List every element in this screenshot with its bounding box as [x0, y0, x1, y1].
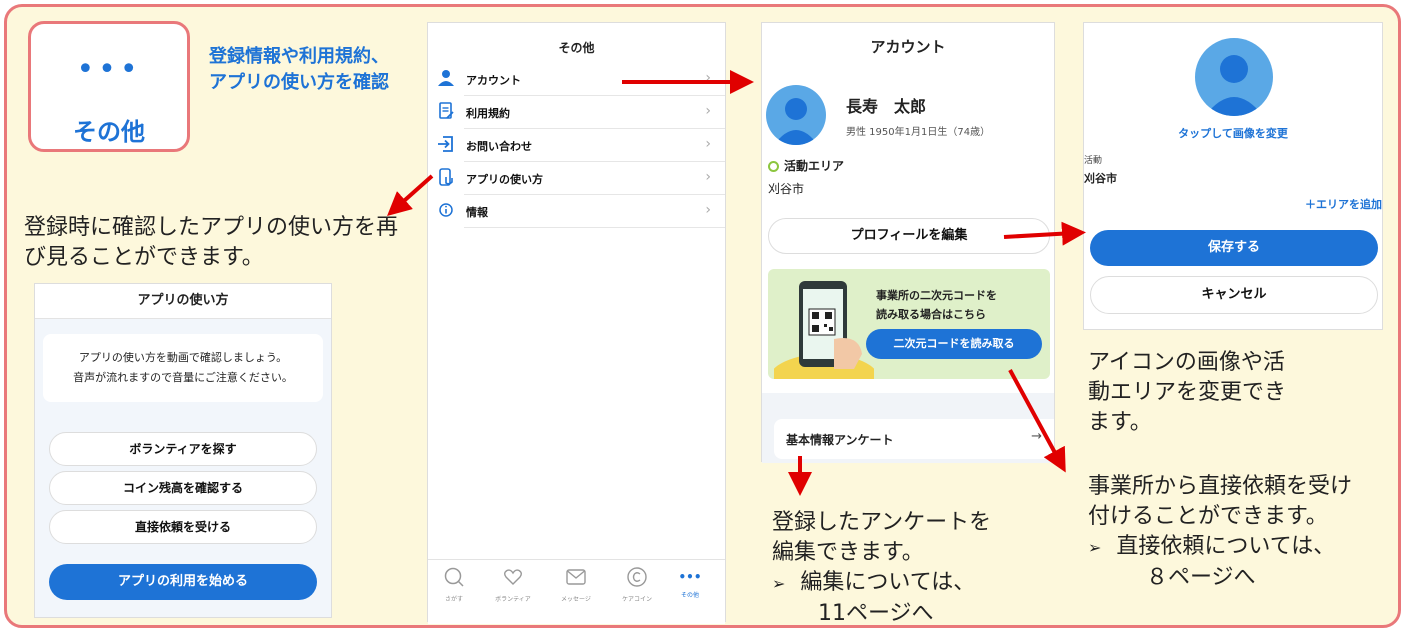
tab-other[interactable]: ••• その他 [661, 566, 719, 599]
heart-hand-icon [504, 569, 522, 585]
tab-volunteer[interactable]: ボランティア [484, 566, 542, 603]
scan-qr-button[interactable]: 二次元コードを読み取る [866, 329, 1042, 359]
note-direct-line2: 付けることができます。 [1088, 504, 1328, 529]
note-direct-bullet1: 直接依頼については、 [1116, 534, 1336, 559]
search-icon [444, 567, 464, 587]
note-survey: 登録したアンケートを 編集できます。 ➢ 編集については、 11ページへ [772, 508, 1052, 629]
howto-screen: アプリの使い方 アプリの使い方を動画で確認しましょう。 音声が流れますので音量に… [34, 283, 332, 618]
tab-label: ケアコイン [621, 596, 652, 603]
tab-search[interactable]: さがす [425, 566, 483, 603]
edit-avatar [1195, 38, 1273, 116]
avatar [766, 85, 826, 145]
note-survey-bullet2: 11ページへ [818, 601, 934, 626]
tab-label: その他 [680, 592, 699, 599]
menu-item-label: お問い合わせ [466, 140, 532, 153]
other-icon-box: ••• その他 [28, 21, 190, 152]
note-direct: 事業所から直接依頼を受け 付けることができます。 ➢ 直接依頼については、 ８ペ… [1088, 472, 1388, 593]
cancel-button[interactable]: キャンセル [1090, 276, 1378, 314]
menu-item-label: 利用規約 [466, 107, 510, 120]
howto-message-box: アプリの使い方を動画で確認しましょう。 音声が流れますので音量にご注意ください。 [43, 334, 323, 402]
other-caption: 登録情報や利用規約、アプリの使い方を確認 [209, 46, 389, 93]
account-name: 長寿 太郎 [846, 97, 927, 116]
area-label: 活動エリア [784, 159, 845, 173]
start-app-button[interactable]: アプリの利用を始める [49, 564, 317, 600]
direct-request-button[interactable]: 直接依頼を受ける [49, 510, 317, 544]
edit-area-value: 刈谷市 [1084, 172, 1117, 185]
note-survey-line2: 編集できます。 [772, 540, 924, 565]
edit-screen: タップして画像を変更 活動 刈谷市 ＋エリアを追加 保存する キャンセル [1083, 22, 1383, 330]
info-icon [439, 203, 453, 217]
menu-item-label: 情報 [466, 206, 488, 219]
tab-label: ボランティア [495, 596, 531, 603]
account-title: アカウント [870, 38, 946, 56]
account-details: 男性 1950年1月1日生（74歳） [846, 127, 991, 138]
tab-message[interactable]: メッセージ [547, 566, 605, 603]
coin-icon [627, 567, 647, 587]
more-icon: ••• [678, 570, 702, 584]
tab-label: メッセージ [561, 596, 591, 603]
mail-icon [566, 569, 586, 585]
chevron-right-icon: › [705, 202, 711, 218]
chevron-right-icon: › [705, 169, 711, 185]
other-screen: その他 アカウント › 利用規約 › お問い合わせ › アプリの使い方 › 情報… [427, 22, 726, 624]
area-dot-icon [768, 161, 779, 172]
avatar-person-icon [1205, 55, 1263, 116]
edit-profile-button[interactable]: プロフィールを編集 [768, 218, 1050, 254]
save-button[interactable]: 保存する [1090, 230, 1378, 266]
document-icon [439, 102, 454, 119]
account-screen: アカウント 長寿 太郎 男性 1950年1月1日生（74歳） 活動エリア 刈谷市… [761, 22, 1055, 463]
survey-row[interactable]: 基本情報アンケート → [774, 419, 1054, 459]
bullet-arrow-icon: ➢ [772, 574, 786, 593]
note-howto: 登録時に確認したアプリの使い方を再び見ることができます。 [24, 215, 399, 270]
menu-item-contact[interactable]: お問い合わせ › [428, 129, 725, 162]
note-direct-bullet2: ８ページへ [1146, 565, 1256, 590]
menu-item-info[interactable]: 情報 › [428, 195, 725, 228]
person-icon [438, 70, 454, 86]
menu-item-label: アカウント [466, 74, 521, 87]
menu-item-account[interactable]: アカウント › [428, 63, 725, 96]
chevron-right-icon: › [705, 136, 711, 152]
other-label: その他 [73, 118, 145, 146]
howto-header: アプリの使い方 [35, 284, 331, 319]
avatar-person-icon [774, 98, 818, 145]
note-edit: アイコンの画像や活動エリアを変更できます。 [1088, 350, 1287, 435]
bullet-arrow-icon: ➢ [1088, 538, 1102, 557]
howto-message-line2: 音声が流れますので音量にご注意ください。 [73, 371, 293, 384]
note-survey-bullet1: 編集については、 [800, 570, 976, 595]
arrow-in-icon [438, 136, 453, 152]
arrow-right-icon: → [1031, 429, 1042, 444]
note-survey-line1: 登録したアンケートを [772, 510, 992, 535]
menu-item-terms[interactable]: 利用規約 › [428, 96, 725, 129]
more-dots-icon: ••• [76, 52, 142, 87]
tab-carecoin[interactable]: ケアコイン [608, 566, 666, 603]
tab-label: さがす [444, 596, 463, 603]
chevron-right-icon: › [705, 70, 711, 86]
howto-message-line1: アプリの使い方を動画で確認しましょう。 [78, 351, 288, 364]
howto-title: アプリの使い方 [137, 293, 229, 308]
qr-text-line1: 事業所の二次元コードを [876, 289, 997, 302]
note-direct-line1: 事業所から直接依頼を受け [1088, 474, 1353, 499]
menu-item-label: アプリの使い方 [466, 173, 543, 186]
other-screen-title: その他 [558, 41, 595, 55]
qr-phone-illustration [774, 281, 874, 379]
add-area-link[interactable]: ＋エリアを追加 [1305, 196, 1382, 212]
check-coin-button[interactable]: コイン残高を確認する [49, 471, 317, 505]
area-value: 刈谷市 [768, 182, 805, 196]
edit-area-label: 活動 [1084, 156, 1103, 166]
qr-text-line2: 読み取る場合はこちら [876, 308, 986, 321]
change-image-link[interactable]: タップして画像を変更 [1084, 125, 1382, 141]
menu-item-howto[interactable]: アプリの使い方 › [428, 162, 725, 195]
find-volunteer-button[interactable]: ボランティアを探す [49, 432, 317, 466]
qr-banner: 事業所の二次元コードを 読み取る場合はこちら 二次元コードを読み取る [768, 269, 1050, 379]
chevron-right-icon: › [705, 103, 711, 119]
phone-hand-icon [439, 168, 453, 186]
survey-label: 基本情報アンケート [786, 433, 894, 447]
